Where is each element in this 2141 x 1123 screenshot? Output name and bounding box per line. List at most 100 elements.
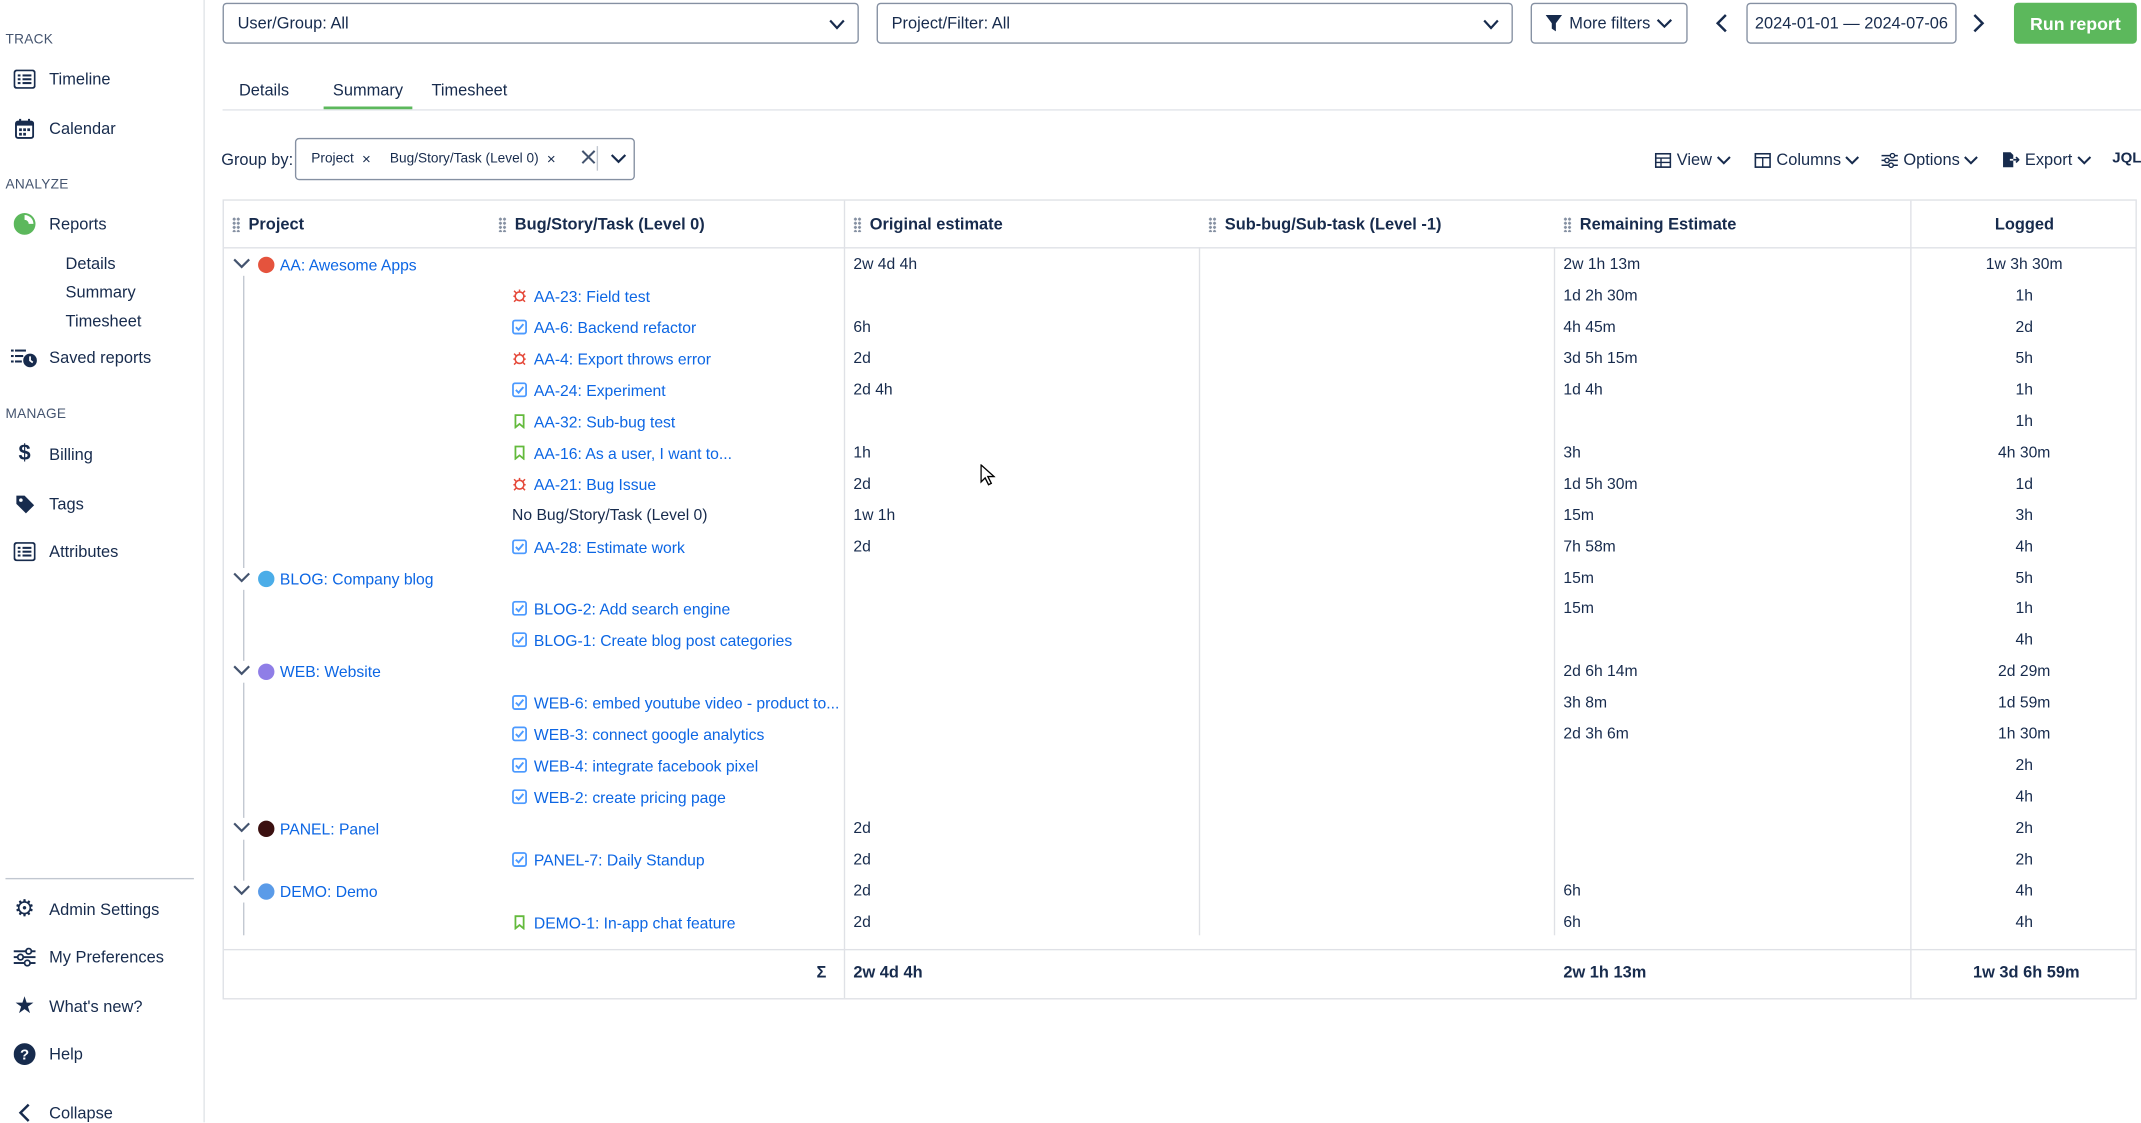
chevron-down-icon — [2076, 155, 2091, 164]
issue-link[interactable]: WEB-4: integrate facebook pixel — [512, 758, 758, 776]
drag-handle-icon[interactable] — [1563, 216, 1572, 232]
issue-link[interactable]: PANEL-7: Daily Standup — [512, 852, 705, 870]
user-group-select[interactable]: User/Group: All — [222, 2, 859, 44]
remove-chip-icon[interactable]: × — [547, 151, 556, 167]
remaining-estimate-cell: 6h — [1563, 883, 1581, 900]
drag-handle-icon[interactable] — [853, 216, 862, 232]
issue-link[interactable]: WEB-6: embed youtube video - product to.… — [512, 695, 839, 713]
chevron-down-icon[interactable] — [610, 150, 627, 170]
project-link[interactable]: AA: Awesome Apps — [258, 256, 417, 274]
sidebar-subitem-summary[interactable]: Summary — [66, 283, 136, 302]
collapse-toggle[interactable] — [232, 255, 251, 275]
sidebar-item-tags[interactable]: Tags — [11, 493, 84, 515]
original-estimate-cell: 1h — [853, 444, 871, 462]
sidebar-item-collapse[interactable]: Collapse — [11, 1102, 113, 1123]
chevron-left-icon — [1715, 14, 1727, 33]
sidebar-subitem-timesheet[interactable]: Timesheet — [66, 311, 142, 330]
issue-link[interactable]: AA-6: Backend refactor — [512, 319, 696, 337]
export-menu[interactable]: Export — [2002, 150, 2097, 169]
more-filters-button[interactable]: More filters — [1530, 2, 1688, 44]
view-menu[interactable]: View — [1654, 150, 1737, 170]
list-icon — [11, 541, 38, 563]
sidebar-item-billing[interactable]: $ Billing — [11, 442, 92, 465]
issue-link[interactable]: BLOG-2: Add search engine — [512, 601, 730, 619]
logged-cell: 4h 30m — [1998, 444, 2051, 462]
project-link[interactable]: BLOG: Company blog — [258, 570, 434, 588]
project-link[interactable]: PANEL: Panel — [258, 820, 379, 838]
project-link[interactable]: WEB: Website — [258, 664, 381, 682]
date-range-picker[interactable]: 2024-01-01 — 2024-07-06 — [1746, 2, 1957, 44]
view-label: View — [1676, 150, 1712, 170]
collapse-toggle[interactable] — [232, 663, 251, 683]
collapse-toggle[interactable] — [232, 819, 251, 839]
sidebar-item-my-preferences[interactable]: My Preferences — [11, 946, 164, 968]
collapse-toggle[interactable] — [232, 569, 251, 589]
tab-summary[interactable]: Summary — [323, 81, 413, 110]
previous-range-button[interactable] — [1714, 14, 1730, 40]
logged-cell: 2h — [2015, 758, 2033, 775]
tab-timesheet[interactable]: Timesheet — [431, 81, 507, 100]
issue-link[interactable]: AA-28: Estimate work — [512, 538, 685, 557]
sidebar-item-label: Admin Settings — [49, 899, 160, 919]
issue-name: DEMO-1: In-app chat feature — [533, 916, 736, 933]
issue-name: AA-24: Experiment — [533, 383, 666, 400]
bookmark-icon — [514, 413, 525, 429]
table-row: WEB-2: create pricing page 4h — [224, 784, 2136, 814]
project-link[interactable]: DEMO: Demo — [258, 883, 378, 901]
drag-handle-icon[interactable] — [1208, 216, 1217, 232]
issue-link[interactable]: AA-21: Bug Issue — [512, 476, 656, 494]
tree-guide-line — [243, 683, 245, 819]
sidebar-item-reports[interactable]: Reports — [11, 213, 107, 235]
columns-label: Columns — [1776, 150, 1842, 170]
sidebar-item-attributes[interactable]: Attributes — [11, 541, 118, 563]
project-avatar — [258, 820, 275, 838]
issue-name: BLOG-2: Add search engine — [533, 602, 731, 620]
sidebar-item-help[interactable]: ? Help — [11, 1043, 83, 1066]
issue-link[interactable]: AA-24: Experiment — [512, 382, 666, 400]
remove-chip-icon[interactable]: × — [362, 151, 371, 167]
sidebar-item-admin-settings[interactable]: ⚙ Admin Settings — [11, 896, 160, 922]
logged-cell: 2d 29m — [1998, 664, 2051, 681]
group-by-select[interactable]: Project × Bug/Story/Task (Level 0) × — [294, 137, 635, 181]
task-checkbox-icon — [512, 852, 527, 868]
issue-link[interactable]: AA-32: Sub-bug test — [512, 413, 675, 431]
sidebar-item-label: Tags — [49, 494, 84, 514]
issue-name: AA-23: Field test — [533, 289, 650, 306]
task-checkbox-icon — [512, 601, 527, 617]
remaining-estimate-cell: 3h 8m — [1563, 695, 1608, 712]
issue-link[interactable]: DEMO-1: In-app chat feature — [512, 915, 736, 933]
task-checkbox-icon — [512, 758, 527, 774]
issue-link[interactable]: WEB-2: create pricing page — [512, 789, 726, 807]
sidebar-subitem-details[interactable]: Details — [66, 254, 116, 273]
sidebar-item-timeline[interactable]: Timeline — [11, 68, 110, 90]
sidebar-item-whats-new[interactable]: ★ What's new? — [11, 993, 143, 1019]
sidebar-item-calendar[interactable]: Calendar — [11, 117, 116, 139]
next-range-button[interactable] — [1970, 14, 1986, 40]
issue-link[interactable]: AA-16: As a user, I want to... — [512, 445, 732, 462]
tab-details[interactable]: Details — [239, 81, 289, 100]
chevron-down-icon — [1483, 19, 1499, 30]
issue-link[interactable]: BLOG-1: Create blog post categories — [512, 632, 792, 650]
column-header-remaining-estimate[interactable]: Remaining Estimate — [1563, 214, 1736, 233]
jql-button[interactable]: JQL — [2112, 150, 2141, 166]
issue-link[interactable]: AA-23: Field test — [512, 288, 650, 306]
issue-name: AA-28: Estimate work — [533, 540, 685, 557]
issue-link[interactable]: WEB-3: connect google analytics — [512, 726, 764, 744]
collapse-toggle[interactable] — [232, 882, 251, 902]
issue-link[interactable]: AA-4: Export throws error — [512, 351, 711, 368]
logged-cell: 5h — [2015, 570, 2033, 587]
project-filter-select[interactable]: Project/Filter: All — [876, 2, 1513, 44]
column-header-logged[interactable]: Logged — [1995, 214, 2054, 233]
sidebar-item-saved-reports[interactable]: Saved reports — [10, 347, 151, 369]
options-menu[interactable]: Options — [1881, 150, 1985, 169]
drag-handle-icon[interactable] — [232, 216, 241, 232]
clear-all-icon[interactable] — [580, 149, 596, 169]
run-report-button[interactable]: Run report — [2013, 2, 2137, 44]
column-header-original-estimate[interactable]: Original estimate — [853, 214, 1003, 233]
drag-handle-icon[interactable] — [498, 216, 507, 232]
column-header-level0[interactable]: Bug/Story/Task (Level 0) — [498, 214, 705, 233]
columns-menu[interactable]: Columns — [1754, 150, 1866, 170]
column-header-sub-level[interactable]: Sub-bug/Sub-task (Level -1) — [1208, 214, 1441, 233]
column-header-project[interactable]: Project — [232, 214, 304, 233]
logged-cell: 1d — [2015, 476, 2033, 493]
